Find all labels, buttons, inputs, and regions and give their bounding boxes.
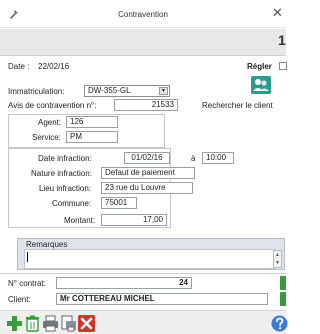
commune-input[interactable]: 75001 [101, 197, 137, 209]
commune-label: Commune: [52, 199, 92, 208]
trash-icon[interactable] [24, 315, 41, 332]
printer-icon[interactable] [42, 315, 59, 332]
window-title: Contravention [118, 10, 168, 19]
window-titlebar: Contravention ✕ [0, 0, 286, 28]
remarks-label: Remarques [26, 240, 68, 249]
toolbar-band: 1 [0, 29, 286, 56]
infraction-time-sep: à [191, 154, 196, 163]
montant-input[interactable]: 17,00 [101, 214, 167, 226]
contract-side-tab[interactable] [280, 276, 286, 290]
date-value: 22/02/16 [38, 62, 70, 71]
record-number: 1 [278, 32, 286, 48]
nature-label: Nature infraction: [31, 169, 92, 178]
agent-label: Agent: [38, 118, 62, 127]
contract-number-input[interactable]: 24 [56, 277, 192, 289]
avis-label: Avis de contravention n°: [8, 101, 97, 110]
infraction-time-input[interactable]: 10:00 [202, 152, 234, 164]
close-icon[interactable]: ✕ [272, 6, 283, 19]
remarks-scroll-spinner[interactable]: ▲ ▼ [273, 250, 282, 268]
chevron-down-icon[interactable]: ▼ [159, 87, 168, 95]
lieu-label: Lieu infraction: [39, 184, 92, 193]
add-icon[interactable] [6, 315, 23, 332]
service-label: Service: [32, 133, 61, 142]
client-side-tab[interactable] [280, 292, 286, 306]
contract-number-label: N° contrat: [8, 279, 46, 288]
montant-label: Montant: [64, 216, 96, 225]
infraction-date-label: Date infraction: [38, 154, 92, 163]
infraction-date-input[interactable]: 01/02/16 [124, 152, 170, 164]
immat-select[interactable]: DW-355-GL ▼ [84, 85, 170, 97]
date-label: Date : [8, 62, 30, 71]
search-client-label[interactable]: Rechercher le client [202, 101, 273, 110]
client-input[interactable]: Mr COTTEREAU MICHEL [56, 293, 268, 305]
search-client-icon[interactable] [251, 76, 271, 94]
client-label: Client: [8, 295, 31, 304]
remarks-input[interactable] [24, 249, 276, 269]
immat-value: DW-355-GL [88, 86, 131, 95]
nature-input[interactable]: Defaut de paiement [101, 167, 195, 179]
settle-checkbox[interactable] [279, 62, 287, 70]
immat-label: Immatriculation: [8, 87, 65, 96]
remarks-box: Remarques ▲ ▼ [17, 238, 285, 270]
avis-input[interactable]: 21533 [114, 99, 178, 111]
cancel-icon[interactable] [78, 315, 95, 332]
service-input[interactable]: PM [66, 131, 118, 143]
settle-label: Régler [247, 62, 272, 71]
bottom-toolbar [0, 310, 288, 334]
divider [0, 273, 286, 274]
lieu-input[interactable]: 23 rue du Louvre [101, 182, 193, 194]
text-caret [27, 252, 28, 262]
agent-input[interactable]: 126 [66, 116, 118, 128]
preview-icon[interactable] [60, 315, 77, 332]
help-icon[interactable] [271, 315, 288, 332]
